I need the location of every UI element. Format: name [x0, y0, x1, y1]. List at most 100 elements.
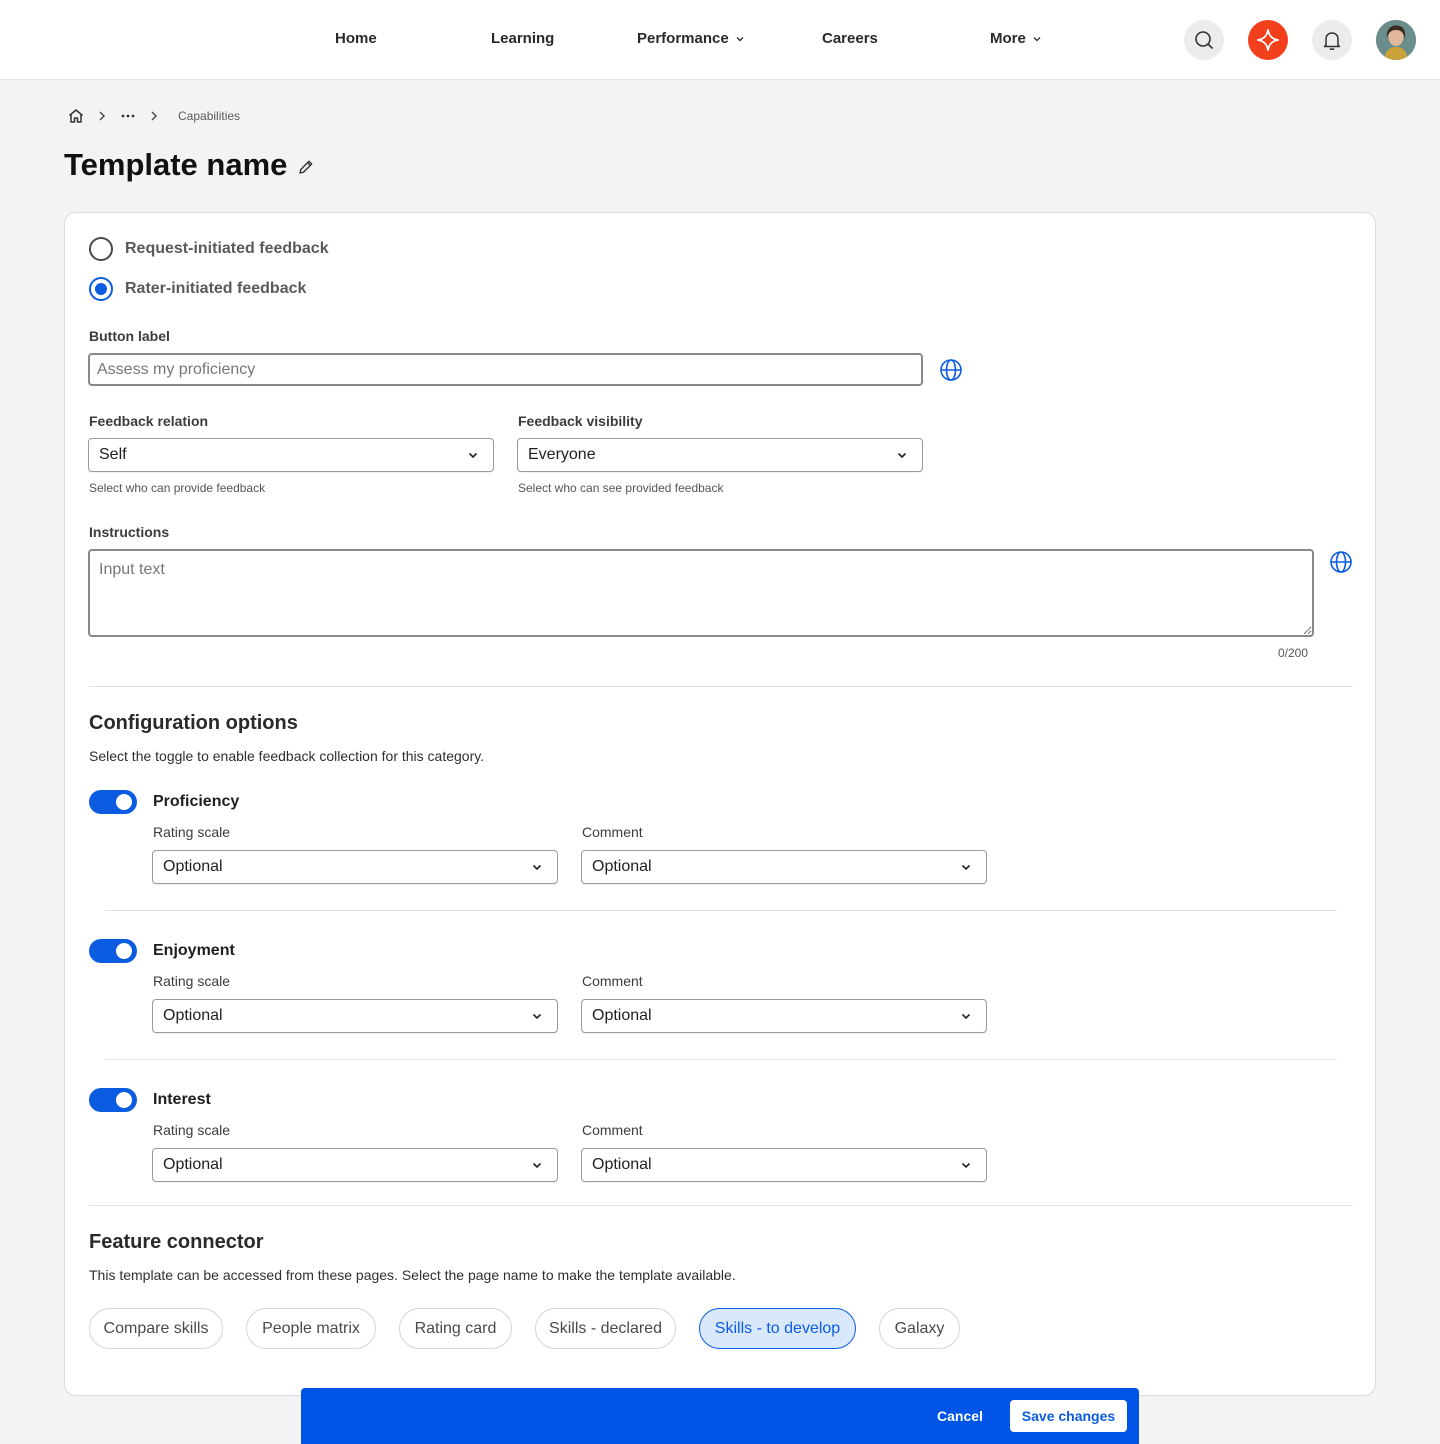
chevron-right-icon — [144, 106, 164, 126]
rating-scale-label: Rating scale — [153, 973, 231, 989]
radio-button-checked[interactable] — [89, 277, 113, 301]
nav-item-careers[interactable]: Careers — [822, 30, 878, 47]
select-value: Optional — [592, 1156, 652, 1173]
rating-scale-label: Rating scale — [153, 1122, 231, 1138]
nav-label: Performance — [637, 30, 729, 47]
proficiency-rating-select[interactable]: Optional — [152, 850, 558, 884]
character-count: 0/200 — [1278, 646, 1309, 660]
button-label-input[interactable] — [88, 353, 923, 386]
edit-pencil-icon[interactable] — [296, 157, 316, 177]
category-label-enjoyment: Enjoyment — [153, 942, 235, 959]
proficiency-comment-select[interactable]: Optional — [581, 850, 987, 884]
radio-label: Rater-initiated feedback — [125, 280, 307, 297]
nav-item-more[interactable]: More — [990, 30, 1042, 47]
nav-label: More — [990, 30, 1026, 47]
bell-icon — [1323, 32, 1341, 50]
rating-scale-label: Rating scale — [153, 824, 231, 840]
nav-item-learning[interactable]: Learning — [491, 30, 554, 47]
feedback-relation-label: Feedback relation — [89, 413, 209, 429]
avatar-image — [1376, 20, 1416, 60]
chevron-down-icon — [961, 864, 971, 871]
bottom-action-bar: Cancel Save changes — [301, 1388, 1139, 1444]
button-label-title: Button label — [89, 328, 170, 344]
enjoyment-comment-select[interactable]: Optional — [581, 999, 987, 1033]
ai-sparkle-icon — [1257, 29, 1279, 51]
chevron-down-icon — [736, 36, 744, 41]
notifications-button[interactable] — [1312, 20, 1352, 60]
chevron-down-icon — [897, 452, 907, 459]
nav-item-performance[interactable]: Performance — [637, 30, 745, 47]
nav-label: Learning — [491, 30, 555, 47]
search-button[interactable] — [1184, 20, 1224, 60]
chip-skills-to-develop[interactable]: Skills - to develop — [699, 1308, 856, 1349]
chevron-right-icon — [92, 106, 112, 126]
breadcrumb-current: Capabilities — [178, 109, 241, 123]
feedback-relation-select[interactable]: Self — [88, 438, 494, 472]
select-value: Optional — [163, 858, 223, 875]
instructions-label: Instructions — [89, 524, 170, 540]
ellipsis-icon — [121, 114, 135, 118]
radio-request-initiated[interactable]: Request-initiated feedback — [89, 237, 329, 261]
toggle-enjoyment[interactable] — [89, 939, 137, 963]
page-title: Template name — [64, 147, 288, 182]
instructions-textarea[interactable] — [88, 549, 1314, 637]
nav-item-home[interactable]: Home — [335, 30, 377, 47]
save-changes-button[interactable]: Save changes — [1010, 1400, 1127, 1432]
chevron-down-icon — [532, 1162, 542, 1169]
divider — [89, 686, 1353, 687]
feedback-visibility-label: Feedback visibility — [518, 413, 643, 429]
chevron-down-icon — [532, 1013, 542, 1020]
feature-connector-description: This template can be accessed from these… — [89, 1267, 736, 1283]
enjoyment-rating-select[interactable]: Optional — [152, 999, 558, 1033]
select-value: Optional — [163, 1156, 223, 1173]
category-label-interest: Interest — [153, 1091, 211, 1108]
select-value: Optional — [592, 858, 652, 875]
chip-galaxy[interactable]: Galaxy — [879, 1308, 960, 1349]
nav-label: Home — [335, 30, 377, 47]
config-section-description: Select the toggle to enable feedback col… — [89, 748, 485, 764]
select-value: Optional — [163, 1007, 223, 1024]
radio-label: Request-initiated feedback — [125, 240, 329, 257]
breadcrumb-home[interactable] — [66, 106, 86, 126]
select-value: Optional — [592, 1007, 652, 1024]
comment-label: Comment — [582, 824, 643, 840]
globe-icon[interactable] — [939, 358, 963, 382]
divider — [89, 1205, 1353, 1206]
chip-people-matrix[interactable]: People matrix — [246, 1308, 376, 1349]
feedback-relation-helper: Select who can provide feedback — [89, 481, 266, 495]
chevron-down-icon — [468, 452, 478, 459]
chevron-down-icon — [1033, 36, 1041, 41]
home-icon — [69, 109, 83, 123]
template-form-card: Request-initiated feedback Rater-initiat… — [64, 212, 1376, 1396]
chip-rating-card[interactable]: Rating card — [399, 1308, 512, 1349]
globe-icon[interactable] — [1329, 550, 1353, 574]
divider — [105, 910, 1337, 911]
ai-assistant-button[interactable] — [1248, 20, 1288, 60]
select-value: Everyone — [528, 446, 596, 463]
nav-label: Careers — [822, 30, 878, 47]
comment-label: Comment — [582, 973, 643, 989]
chip-compare-skills[interactable]: Compare skills — [89, 1308, 223, 1349]
feedback-visibility-select[interactable]: Everyone — [517, 438, 923, 472]
divider — [105, 1059, 1337, 1060]
top-navigation: Home Learning Performance Careers More — [0, 0, 1440, 80]
interest-rating-select[interactable]: Optional — [152, 1148, 558, 1182]
avatar[interactable] — [1376, 20, 1416, 60]
toggle-interest[interactable] — [89, 1088, 137, 1112]
chip-skills-declared[interactable]: Skills - declared — [535, 1308, 676, 1349]
radio-button[interactable] — [89, 237, 113, 261]
category-label-proficiency: Proficiency — [153, 793, 240, 810]
toggle-proficiency[interactable] — [89, 790, 137, 814]
feature-connector-title: Feature connector — [89, 1231, 264, 1253]
breadcrumb: Capabilities — [66, 106, 240, 126]
comment-label: Comment — [582, 1122, 643, 1138]
cancel-button[interactable]: Cancel — [923, 1404, 997, 1428]
chevron-down-icon — [532, 864, 542, 871]
breadcrumb-ellipsis[interactable] — [118, 106, 138, 126]
radio-rater-initiated[interactable]: Rater-initiated feedback — [89, 277, 306, 301]
interest-comment-select[interactable]: Optional — [581, 1148, 987, 1182]
config-section-title: Configuration options — [89, 712, 298, 734]
search-icon — [1195, 31, 1214, 50]
chevron-down-icon — [961, 1162, 971, 1169]
select-value: Self — [99, 446, 127, 463]
